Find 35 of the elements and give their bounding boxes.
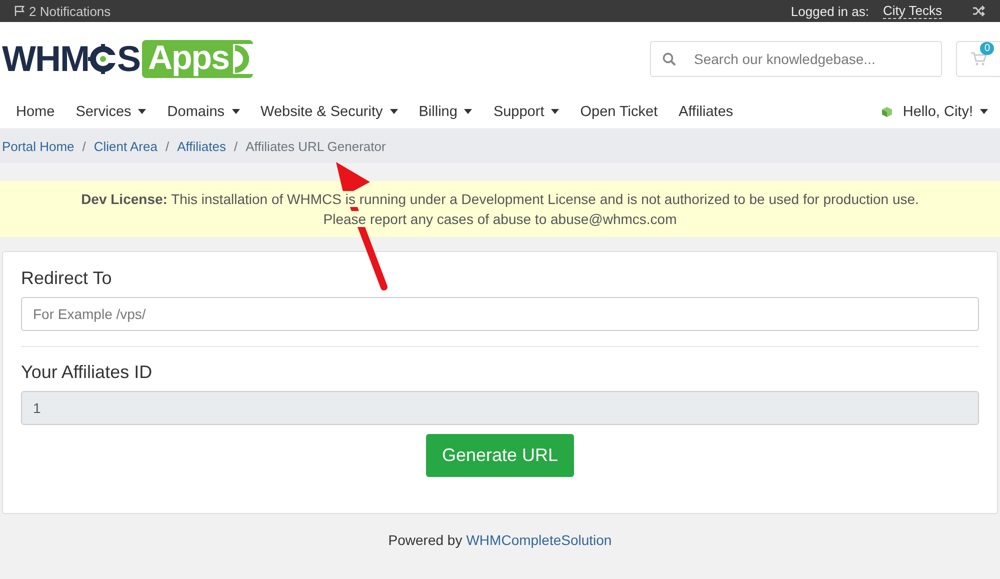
breadcrumb-item[interactable]: Affiliates <box>177 138 226 154</box>
cube-icon <box>882 106 892 116</box>
field-label: Redirect To <box>21 268 113 289</box>
cart-count: 0 <box>980 42 994 55</box>
shuffle-icon[interactable] <box>972 4 986 18</box>
input-field[interactable]: 1 <box>21 391 979 425</box>
breadcrumb-item: Affiliates URL Generator <box>246 138 386 154</box>
input-field[interactable]: For Example /vps/ <box>21 297 979 331</box>
nav-item[interactable]: Billing <box>418 104 472 120</box>
cart-icon <box>971 52 987 66</box>
notifications-link[interactable]: 2 Notifications <box>14 4 111 18</box>
nav-item[interactable]: Affiliates <box>678 104 734 120</box>
field-label: Your Affiliates ID <box>21 362 154 383</box>
logo[interactable]: WHM S Apps <box>2 38 253 80</box>
nav-item[interactable]: Website & Security <box>260 104 398 120</box>
footer-text: Powered by <box>388 532 462 548</box>
breadcrumb-item[interactable]: Portal Home <box>2 138 74 154</box>
breadcrumb-separator: / <box>234 138 238 154</box>
logged-in-label: Logged in as: <box>790 4 869 18</box>
account-menu[interactable]: Hello, City! <box>902 104 988 120</box>
flag-icon <box>14 5 26 17</box>
breadcrumb-separator: / <box>82 138 86 154</box>
notice-text: Please report any cases of abuse to abuse@whmcs.com <box>323 211 677 227</box>
nav-item[interactable]: Services <box>76 104 146 120</box>
nav-item[interactable]: Support <box>493 104 560 120</box>
notice-text: Dev License: This installation of WHMCS is running under a Development License and is not authorized to be used for production use. <box>81 191 919 207</box>
footer-link[interactable]: WHMCompleteSolution <box>466 532 612 548</box>
nav-item[interactable]: Open Ticket <box>580 104 658 120</box>
breadcrumb-item[interactable]: Client Area <box>94 138 158 154</box>
search-icon <box>662 52 676 66</box>
user-link[interactable]: City Tecks <box>883 3 942 19</box>
nav-item[interactable]: Domains <box>167 104 240 120</box>
search-field[interactable]: Search our knowledgebase... <box>650 40 942 76</box>
breadcrumb-separator: / <box>165 138 170 154</box>
nav-item[interactable]: Home <box>16 104 55 120</box>
